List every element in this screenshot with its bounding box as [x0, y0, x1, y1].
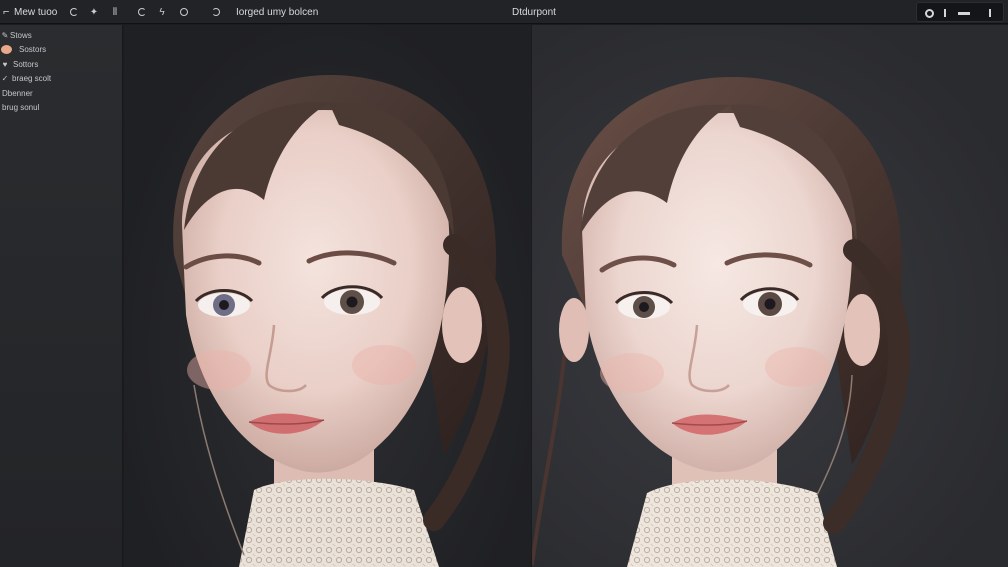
left-render-panel[interactable] — [124, 25, 532, 567]
portrait-render-left — [173, 74, 510, 567]
app-title[interactable]: Mew tuoo — [14, 0, 57, 24]
sidebar-item-braeg-scolt[interactable]: ✓ braeg scolt — [0, 71, 52, 85]
sidebar-item-label: Dbenner — [2, 88, 33, 98]
heart-icon: ♥ — [2, 59, 8, 69]
settings-icon[interactable] — [922, 6, 936, 20]
separator-icon — [989, 6, 991, 20]
menu-icon[interactable]: ⌐ — [3, 0, 9, 24]
sidebar-item-label: Sottors — [13, 59, 39, 69]
separator-icon — [944, 6, 946, 20]
star-icon[interactable]: ✦ — [87, 5, 101, 19]
sidebar-item-brug-sonul[interactable]: brug sonul — [0, 100, 39, 114]
pin-icon[interactable]: ⫴ — [108, 5, 122, 19]
render-viewport[interactable] — [124, 25, 1008, 567]
bolt-icon[interactable]: ϟ — [155, 5, 169, 19]
refresh-icon[interactable] — [67, 5, 81, 19]
window-controls — [916, 2, 1004, 22]
sidebar-item-label: Sostors — [19, 44, 47, 54]
color-swatch-icon[interactable] — [1, 44, 12, 54]
check-icon: ✓ — [1, 73, 9, 83]
sidebar-item-label: braeg scolt — [12, 73, 52, 83]
layers-sidebar: ✎ Stows Sostors ♥ Sottors ✓ braeg scolt … — [0, 25, 123, 567]
viewport-label[interactable]: Dtdurpont — [512, 0, 556, 24]
minimize-icon[interactable] — [957, 6, 971, 20]
portrait-render-right — [532, 76, 911, 567]
rotate-icon[interactable] — [135, 5, 149, 19]
sidebar-item-sottors[interactable]: ♥ Sottors — [0, 57, 39, 71]
sidebar-item-label: brug sonul — [2, 102, 40, 112]
top-toolbar: ⌐ Mew tuoo ✦ ⫴ ϟ Iorged umy bolcen Dtdur… — [0, 0, 1008, 24]
sidebar-item-stows[interactable]: ✎ Stows — [0, 28, 32, 42]
document-label[interactable]: Iorged umy bolcen — [236, 0, 318, 24]
half-circle-icon[interactable] — [209, 5, 223, 19]
circle-icon[interactable] — [177, 5, 191, 19]
sidebar-item-sostors[interactable]: Sostors — [0, 42, 46, 56]
brush-icon: ✎ — [1, 30, 9, 40]
sidebar-item-dbenner[interactable]: Dbenner — [0, 86, 33, 100]
right-render-panel[interactable] — [532, 25, 1008, 567]
sidebar-item-label: Stows — [10, 30, 32, 40]
